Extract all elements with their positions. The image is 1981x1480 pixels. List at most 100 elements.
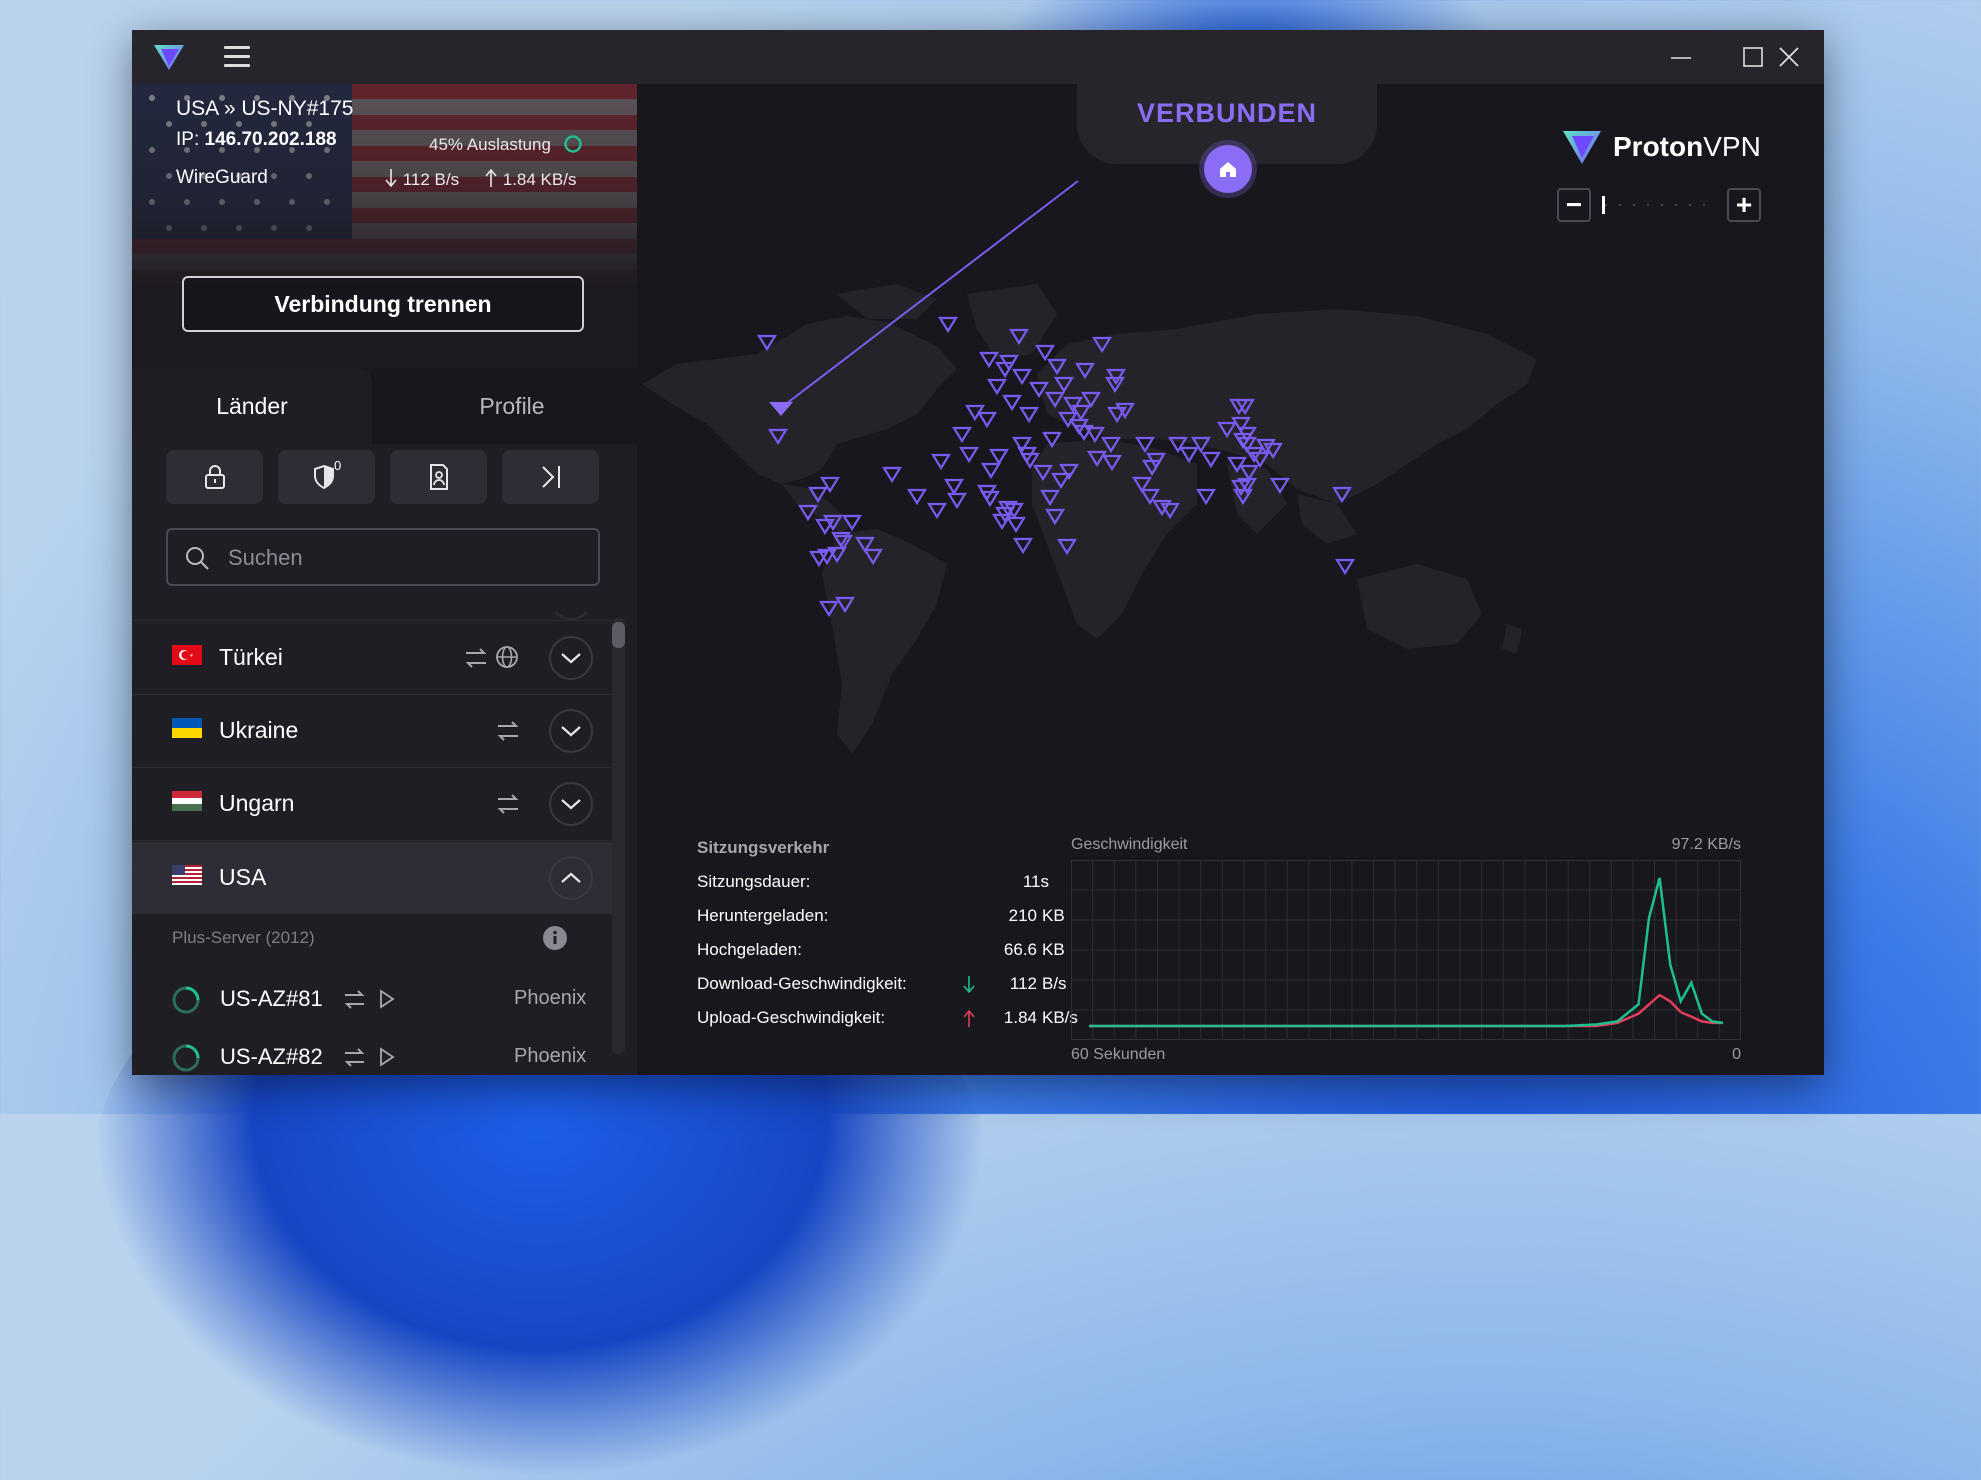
country-row-ukraine[interactable]: Ukraine <box>132 695 612 768</box>
expand-button[interactable] <box>549 782 593 826</box>
expand-button[interactable] <box>549 709 593 753</box>
stat-row: Hochgeladen: 66.6 KB <box>697 940 1065 959</box>
secure-core-filter-button[interactable] <box>166 450 263 504</box>
title-bar <box>132 30 1824 84</box>
zoom-slider[interactable] <box>1605 204 1715 206</box>
p2p-icon <box>497 794 519 814</box>
server-location-marker[interactable] <box>952 426 972 444</box>
tab-countries[interactable]: Länder <box>132 368 372 444</box>
upload-speed: 1.84 KB/s <box>484 168 576 190</box>
speed-series-line <box>1089 993 1723 1028</box>
expand-button[interactable] <box>549 636 593 680</box>
server-location-marker[interactable] <box>1335 558 1355 576</box>
skip-forward-icon <box>541 466 560 488</box>
server-location-marker[interactable] <box>947 492 967 510</box>
zoom-in-button[interactable]: + <box>1727 188 1761 222</box>
server-location-marker[interactable] <box>1006 516 1026 534</box>
zoom-out-button[interactable]: − <box>1557 188 1591 222</box>
speed-graph: Geschwindigkeit 97.2 KB/s 60 Sekunden 0 <box>1071 836 1741 1066</box>
hamburger-menu-icon[interactable] <box>224 46 250 68</box>
stat-row: Upload-Geschwindigkeit: 1.84 KB/s <box>697 1008 1078 1027</box>
netshield-badge: 0 <box>334 458 342 473</box>
tab-profiles[interactable]: Profile <box>387 368 637 444</box>
server-location-marker[interactable] <box>927 502 947 520</box>
session-stats-title: Sitzungsverkehr <box>697 838 830 857</box>
scrollbar-thumb[interactable] <box>612 622 625 648</box>
speed-series-line <box>1089 877 1724 1028</box>
sidebar: USA » US-NY#175 IP: 146.70.202.188 45% A… <box>132 84 637 1075</box>
graph-max-label: 97.2 KB/s <box>1671 836 1741 853</box>
server-location-marker[interactable] <box>1002 394 1022 412</box>
server-location-marker[interactable] <box>987 378 1007 396</box>
country-name: Türkei <box>219 644 283 670</box>
p2p-icon <box>465 648 487 668</box>
graph-title: Geschwindigkeit <box>1071 836 1188 853</box>
server-name: US-AZ#81 <box>220 986 323 1011</box>
country-name: USA <box>219 864 267 890</box>
server-location-marker[interactable] <box>959 446 979 464</box>
server-location-marker[interactable] <box>907 488 927 506</box>
stat-row: Heruntergeladen: 210 KB <box>697 906 1065 925</box>
server-row[interactable]: US-AZ#82 Phoenix <box>132 1030 612 1075</box>
connection-status: VERBUNDEN <box>1136 98 1318 128</box>
info-icon[interactable] <box>542 925 568 951</box>
minimize-button[interactable] <box>1644 30 1716 84</box>
server-location-marker[interactable] <box>1012 368 1032 386</box>
load-ring-icon <box>172 986 200 1014</box>
server-location-marker[interactable] <box>995 361 1015 379</box>
load-ring-icon <box>563 135 582 153</box>
collapse-button[interactable] <box>549 856 593 900</box>
server-group-label: Plus-Server (2012) <box>172 928 315 947</box>
disconnect-button[interactable]: Verbindung trennen <box>182 276 584 332</box>
hungary-flag-icon <box>172 791 202 811</box>
brand-name-a: Proton <box>1613 131 1704 162</box>
p2p-icon <box>344 1048 365 1067</box>
search-input[interactable] <box>226 542 570 574</box>
streaming-filter-button[interactable] <box>390 450 487 504</box>
server-row[interactable]: US-AZ#81 Phoenix <box>132 972 612 1030</box>
minimize-icon <box>1671 57 1691 59</box>
server-location-marker[interactable] <box>1035 344 1055 362</box>
server-location-marker[interactable] <box>979 351 999 369</box>
server-location-marker[interactable] <box>931 453 951 471</box>
proton-logo-icon <box>154 45 184 70</box>
server-location-marker[interactable] <box>882 466 902 484</box>
server-city: Phoenix <box>514 1045 587 1067</box>
country-row-hungary[interactable]: Ungarn <box>132 768 612 841</box>
brand-name-b: VPN <box>1703 131 1761 162</box>
upload-arrow-icon <box>963 1009 975 1027</box>
server-location-marker[interactable] <box>1013 537 1033 555</box>
server-location-marker[interactable] <box>1201 451 1221 469</box>
tor-filter-button[interactable] <box>502 450 599 504</box>
country-list: Türkei Ukraine Ungarn USA Plus-Server (2… <box>132 612 612 1075</box>
country-row-turkey[interactable]: Türkei <box>132 622 612 695</box>
protocol: WireGuard <box>176 167 268 188</box>
load-ring-icon <box>172 1044 200 1072</box>
country-list-scrollbar[interactable] <box>612 618 625 1054</box>
stat-row: Sitzungsdauer: 11s <box>697 872 1049 891</box>
zoom-slider-thumb[interactable] <box>1602 196 1605 214</box>
stat-row: Download-Geschwindigkeit: 112 B/s <box>697 974 1067 994</box>
server-location-marker[interactable] <box>989 448 1009 466</box>
speed-chart <box>1071 860 1741 1040</box>
search-icon <box>186 547 209 570</box>
country-row-usa[interactable]: USA <box>132 842 612 914</box>
home-location-pin[interactable] <box>1204 145 1252 193</box>
home-icon <box>1220 162 1236 177</box>
search-box[interactable] <box>166 528 600 586</box>
server-location-marker[interactable] <box>944 478 964 496</box>
server-location-marker[interactable] <box>938 316 958 334</box>
usa-flag-icon <box>172 865 202 885</box>
country-name: Ukraine <box>219 717 299 743</box>
server-location-marker[interactable] <box>977 411 997 429</box>
server-location-marker[interactable] <box>1019 406 1039 424</box>
server-location-marker[interactable] <box>981 462 1001 480</box>
close-button[interactable] <box>1752 30 1824 84</box>
ip-address: 146.70.202.188 <box>204 129 337 150</box>
proton-vpn-logo-icon <box>1563 131 1601 164</box>
netshield-filter-button[interactable]: 0 <box>278 450 375 504</box>
ip-row: IP: 146.70.202.188 <box>176 129 337 151</box>
server-location-marker[interactable] <box>1196 488 1216 506</box>
document-user-icon <box>429 464 448 490</box>
server-city: Phoenix <box>514 987 587 1009</box>
